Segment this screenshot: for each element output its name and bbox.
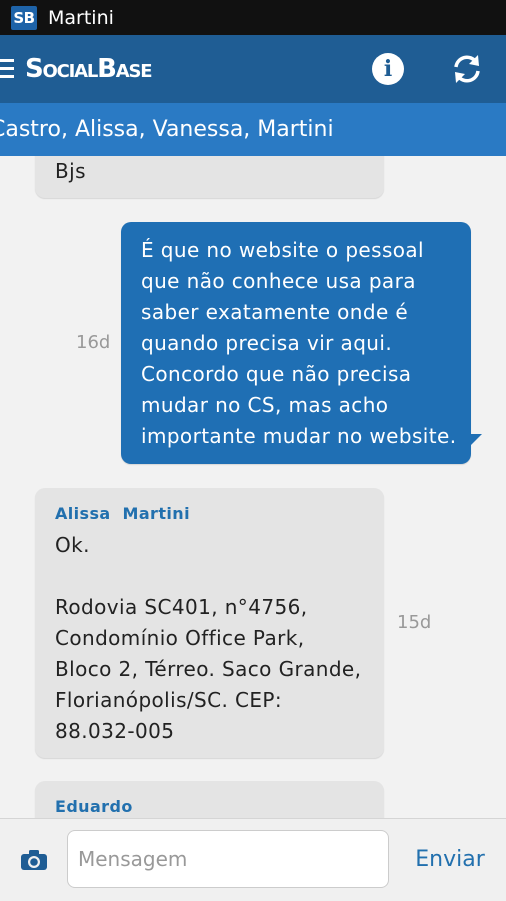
message-timestamp: 16d bbox=[76, 332, 111, 353]
message-line: Florianópolis/SC. CEP: bbox=[55, 688, 283, 712]
composer-bar: Enviar bbox=[0, 818, 506, 901]
message-sender: Eduardo bbox=[55, 797, 133, 816]
message-list[interactable]: Bjs 16d É que no website o pessoal que n… bbox=[0, 156, 506, 818]
message-line: 88.032-005 bbox=[55, 719, 175, 743]
message-line: saber exatamente onde é bbox=[141, 300, 409, 324]
message-line: importante mudar no website. bbox=[141, 424, 457, 448]
message-bubble-incoming[interactable]: Bjs bbox=[35, 156, 384, 198]
camera-icon[interactable] bbox=[20, 849, 48, 871]
conversation-participants[interactable]: Castro, Alissa, Vanessa, Martini bbox=[0, 103, 506, 156]
message-bubble-outgoing[interactable]: É que no website o pessoal que não conhe… bbox=[121, 222, 471, 464]
status-bar: SB Martini bbox=[0, 0, 506, 35]
message-line bbox=[55, 561, 361, 592]
message-line: Rodovia SC401, n°4756, bbox=[55, 595, 308, 619]
message-input[interactable] bbox=[67, 830, 389, 888]
message-text: Bjs bbox=[55, 159, 86, 183]
message-bubble-incoming[interactable]: Alissa Martini Ok. Rodovia SC401, n°4756… bbox=[35, 488, 384, 758]
hamburger-icon[interactable] bbox=[0, 59, 14, 79]
message-bubble-incoming[interactable]: Eduardo bbox=[35, 781, 384, 818]
bubble-tail bbox=[470, 434, 482, 446]
brand-logo[interactable]: SocialBase bbox=[25, 54, 153, 84]
message-line: É que no website o pessoal bbox=[141, 238, 425, 262]
message-sender: Alissa Martini bbox=[55, 504, 190, 523]
message-line: mudar no CS, mas acho bbox=[141, 393, 389, 417]
message-timestamp: 15d bbox=[397, 612, 432, 633]
action-bar: SocialBase i bbox=[0, 35, 506, 103]
message-line: que não conhece usa para bbox=[141, 269, 416, 293]
status-bar-title: Martini bbox=[48, 6, 114, 29]
app-badge-icon: SB bbox=[11, 5, 37, 30]
refresh-icon[interactable] bbox=[449, 51, 485, 87]
message-line: Concordo que não precisa bbox=[141, 362, 412, 386]
message-line: Bloco 2, Térreo. Saco Grande, bbox=[55, 657, 362, 681]
message-line: Condomínio Office Park, bbox=[55, 626, 305, 650]
message-line: Ok. bbox=[55, 533, 90, 557]
info-icon[interactable]: i bbox=[372, 53, 404, 85]
send-button[interactable]: Enviar bbox=[405, 845, 495, 875]
message-line: quando precisa vir aqui. bbox=[141, 331, 393, 355]
